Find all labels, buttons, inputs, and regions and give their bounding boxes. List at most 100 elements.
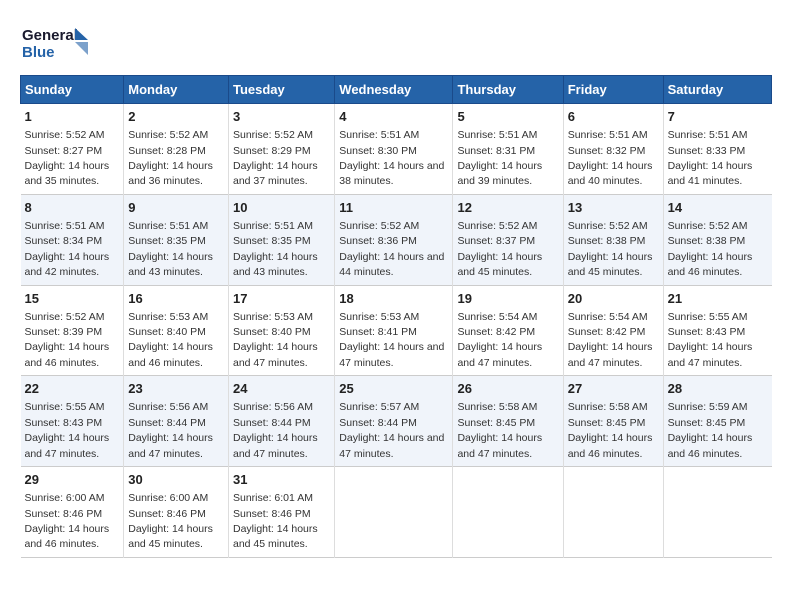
calendar-cell: 28Sunrise: 5:59 AMSunset: 8:45 PMDayligh… xyxy=(663,376,771,467)
calendar-cell: 23 Sunrise: 5:56 AMSunset: 8:44 PMDayligh… xyxy=(124,376,229,467)
cell-info: Sunrise: 5:51 AMSunset: 8:30 PMDaylight:… xyxy=(339,129,444,187)
calendar-cell: 10 Sunrise: 5:51 AMSunset: 8:35 PMDayligh… xyxy=(228,194,334,285)
calendar-week-row: 15 Sunrise: 5:52 AMSunset: 8:39 PMDayligh… xyxy=(21,285,772,376)
calendar-week-row: 8 Sunrise: 5:51 AMSunset: 8:34 PMDaylight… xyxy=(21,194,772,285)
day-number: 5 xyxy=(457,108,558,126)
page-header: General Blue xyxy=(20,20,772,65)
svg-text:General: General xyxy=(22,27,78,44)
day-number: 28 xyxy=(668,380,768,398)
calendar-cell: 22 Sunrise: 5:55 AMSunset: 8:43 PMDayligh… xyxy=(21,376,124,467)
header-saturday: Saturday xyxy=(663,76,771,104)
day-number: 29 xyxy=(25,471,120,489)
calendar-cell: 19 Sunrise: 5:54 AMSunset: 8:42 PMDayligh… xyxy=(453,285,563,376)
cell-info: Sunrise: 6:00 AMSunset: 8:46 PMDaylight:… xyxy=(128,492,213,550)
cell-info: Sunrise: 5:52 AMSunset: 8:38 PMDaylight:… xyxy=(668,220,753,278)
calendar-cell xyxy=(663,467,771,558)
cell-info: Sunrise: 5:52 AMSunset: 8:28 PMDaylight:… xyxy=(128,129,213,187)
logo: General Blue xyxy=(20,20,90,65)
header-monday: Monday xyxy=(124,76,229,104)
day-number: 4 xyxy=(339,108,448,126)
calendar-header-row: SundayMondayTuesdayWednesdayThursdayFrid… xyxy=(21,76,772,104)
cell-info: Sunrise: 5:52 AMSunset: 8:29 PMDaylight:… xyxy=(233,129,318,187)
cell-info: Sunrise: 5:51 AMSunset: 8:35 PMDaylight:… xyxy=(233,220,318,278)
day-number: 27 xyxy=(568,380,659,398)
header-wednesday: Wednesday xyxy=(335,76,453,104)
calendar-cell xyxy=(563,467,663,558)
calendar-cell: 11 Sunrise: 5:52 AMSunset: 8:36 PMDayligh… xyxy=(335,194,453,285)
cell-info: Sunrise: 5:54 AMSunset: 8:42 PMDaylight:… xyxy=(568,311,653,369)
header-sunday: Sunday xyxy=(21,76,124,104)
day-number: 22 xyxy=(25,380,120,398)
day-number: 30 xyxy=(128,471,224,489)
calendar-cell: 9 Sunrise: 5:51 AMSunset: 8:35 PMDaylight… xyxy=(124,194,229,285)
day-number: 23 xyxy=(128,380,224,398)
day-number: 16 xyxy=(128,290,224,308)
calendar-cell: 24 Sunrise: 5:56 AMSunset: 8:44 PMDayligh… xyxy=(228,376,334,467)
cell-info: Sunrise: 5:55 AMSunset: 8:43 PMDaylight:… xyxy=(25,401,110,459)
calendar-cell: 1 Sunrise: 5:52 AMSunset: 8:27 PMDaylight… xyxy=(21,104,124,195)
cell-info: Sunrise: 6:01 AMSunset: 8:46 PMDaylight:… xyxy=(233,492,318,550)
calendar-cell: 6 Sunrise: 5:51 AMSunset: 8:32 PMDaylight… xyxy=(563,104,663,195)
calendar-cell: 15 Sunrise: 5:52 AMSunset: 8:39 PMDayligh… xyxy=(21,285,124,376)
calendar-cell: 26Sunrise: 5:58 AMSunset: 8:45 PMDayligh… xyxy=(453,376,563,467)
calendar-week-row: 29 Sunrise: 6:00 AMSunset: 8:46 PMDayligh… xyxy=(21,467,772,558)
day-number: 26 xyxy=(457,380,558,398)
day-number: 6 xyxy=(568,108,659,126)
cell-info: Sunrise: 5:51 AMSunset: 8:33 PMDaylight:… xyxy=(668,129,753,187)
calendar-cell: 17Sunrise: 5:53 AMSunset: 8:40 PMDayligh… xyxy=(228,285,334,376)
calendar-cell: 18 Sunrise: 5:53 AMSunset: 8:41 PMDayligh… xyxy=(335,285,453,376)
day-number: 11 xyxy=(339,199,448,217)
day-number: 13 xyxy=(568,199,659,217)
day-number: 8 xyxy=(25,199,120,217)
calendar-cell: 13Sunrise: 5:52 AMSunset: 8:38 PMDayligh… xyxy=(563,194,663,285)
day-number: 14 xyxy=(668,199,768,217)
svg-text:Blue: Blue xyxy=(22,44,55,61)
calendar-cell: 4 Sunrise: 5:51 AMSunset: 8:30 PMDaylight… xyxy=(335,104,453,195)
logo-svg: General Blue xyxy=(20,20,90,65)
cell-info: Sunrise: 5:52 AMSunset: 8:27 PMDaylight:… xyxy=(25,129,110,187)
calendar-table: SundayMondayTuesdayWednesdayThursdayFrid… xyxy=(20,75,772,558)
calendar-cell: 12Sunrise: 5:52 AMSunset: 8:37 PMDayligh… xyxy=(453,194,563,285)
cell-info: Sunrise: 6:00 AMSunset: 8:46 PMDaylight:… xyxy=(25,492,110,550)
calendar-cell: 25Sunrise: 5:57 AMSunset: 8:44 PMDayligh… xyxy=(335,376,453,467)
day-number: 10 xyxy=(233,199,330,217)
calendar-cell: 3 Sunrise: 5:52 AMSunset: 8:29 PMDaylight… xyxy=(228,104,334,195)
day-number: 7 xyxy=(668,108,768,126)
calendar-cell: 7 Sunrise: 5:51 AMSunset: 8:33 PMDaylight… xyxy=(663,104,771,195)
header-thursday: Thursday xyxy=(453,76,563,104)
calendar-cell: 16Sunrise: 5:53 AMSunset: 8:40 PMDayligh… xyxy=(124,285,229,376)
cell-info: Sunrise: 5:53 AMSunset: 8:40 PMDaylight:… xyxy=(233,311,318,369)
calendar-week-row: 1 Sunrise: 5:52 AMSunset: 8:27 PMDaylight… xyxy=(21,104,772,195)
cell-info: Sunrise: 5:53 AMSunset: 8:41 PMDaylight:… xyxy=(339,311,444,369)
day-number: 3 xyxy=(233,108,330,126)
calendar-cell: 2Sunrise: 5:52 AMSunset: 8:28 PMDaylight… xyxy=(124,104,229,195)
cell-info: Sunrise: 5:58 AMSunset: 8:45 PMDaylight:… xyxy=(568,401,653,459)
day-number: 1 xyxy=(25,108,120,126)
calendar-cell: 31 Sunrise: 6:01 AMSunset: 8:46 PMDayligh… xyxy=(228,467,334,558)
calendar-cell: 20 Sunrise: 5:54 AMSunset: 8:42 PMDayligh… xyxy=(563,285,663,376)
day-number: 15 xyxy=(25,290,120,308)
cell-info: Sunrise: 5:56 AMSunset: 8:44 PMDaylight:… xyxy=(233,401,318,459)
cell-info: Sunrise: 5:51 AMSunset: 8:32 PMDaylight:… xyxy=(568,129,653,187)
day-number: 9 xyxy=(128,199,224,217)
cell-info: Sunrise: 5:54 AMSunset: 8:42 PMDaylight:… xyxy=(457,311,542,369)
cell-info: Sunrise: 5:51 AMSunset: 8:34 PMDaylight:… xyxy=(25,220,110,278)
cell-info: Sunrise: 5:52 AMSunset: 8:39 PMDaylight:… xyxy=(25,311,110,369)
day-number: 18 xyxy=(339,290,448,308)
cell-info: Sunrise: 5:52 AMSunset: 8:37 PMDaylight:… xyxy=(457,220,542,278)
calendar-cell: 5Sunrise: 5:51 AMSunset: 8:31 PMDaylight… xyxy=(453,104,563,195)
cell-info: Sunrise: 5:56 AMSunset: 8:44 PMDaylight:… xyxy=(128,401,213,459)
day-number: 31 xyxy=(233,471,330,489)
day-number: 24 xyxy=(233,380,330,398)
calendar-cell: 8 Sunrise: 5:51 AMSunset: 8:34 PMDaylight… xyxy=(21,194,124,285)
calendar-cell: 29 Sunrise: 6:00 AMSunset: 8:46 PMDayligh… xyxy=(21,467,124,558)
cell-info: Sunrise: 5:51 AMSunset: 8:35 PMDaylight:… xyxy=(128,220,213,278)
cell-info: Sunrise: 5:55 AMSunset: 8:43 PMDaylight:… xyxy=(668,311,753,369)
day-number: 19 xyxy=(457,290,558,308)
calendar-cell: 30 Sunrise: 6:00 AMSunset: 8:46 PMDayligh… xyxy=(124,467,229,558)
day-number: 20 xyxy=(568,290,659,308)
cell-info: Sunrise: 5:52 AMSunset: 8:36 PMDaylight:… xyxy=(339,220,444,278)
calendar-cell: 27 Sunrise: 5:58 AMSunset: 8:45 PMDayligh… xyxy=(563,376,663,467)
cell-info: Sunrise: 5:57 AMSunset: 8:44 PMDaylight:… xyxy=(339,401,444,459)
day-number: 21 xyxy=(668,290,768,308)
